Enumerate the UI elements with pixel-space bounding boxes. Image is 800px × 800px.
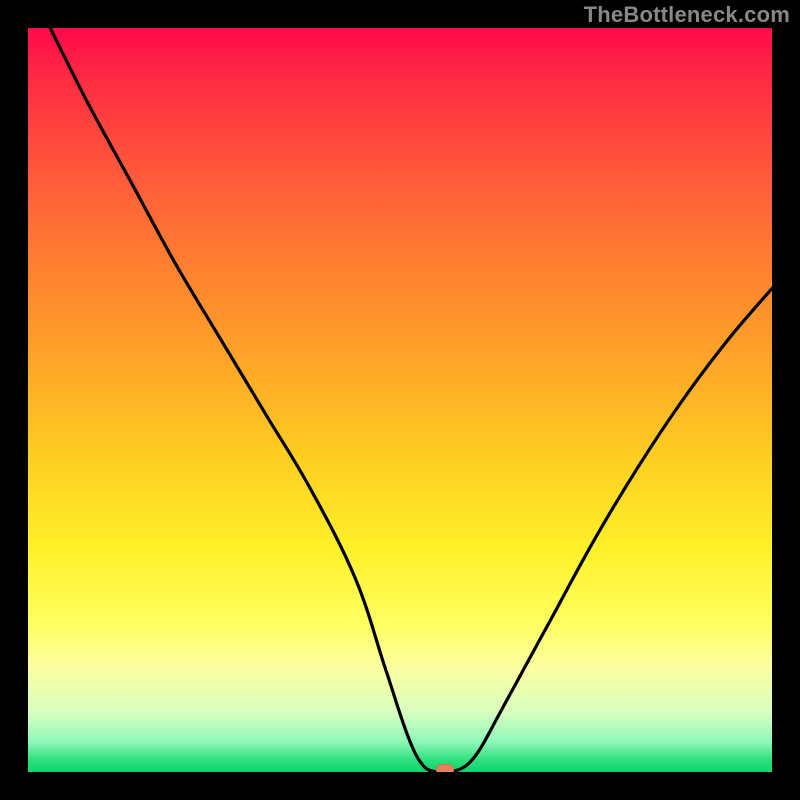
chart-frame: TheBottleneck.com: [0, 0, 800, 800]
watermark-text: TheBottleneck.com: [584, 2, 790, 28]
plot-area: [28, 28, 772, 772]
bottleneck-curve: [28, 28, 772, 772]
optimum-marker: [436, 764, 454, 772]
